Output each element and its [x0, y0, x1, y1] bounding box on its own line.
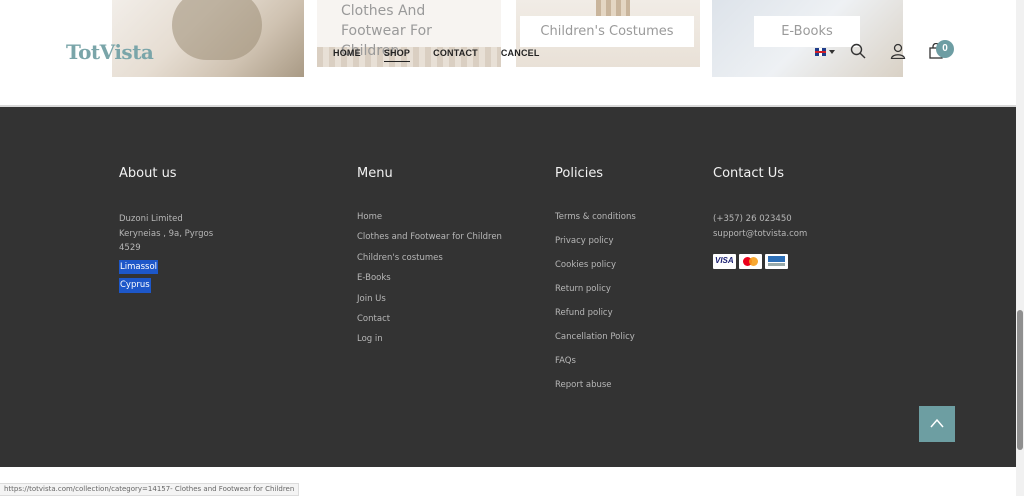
- footer-menu-link-ebooks[interactable]: E-Books: [357, 273, 502, 283]
- user-icon[interactable]: [890, 43, 906, 59]
- footer-policies-heading: Policies: [555, 166, 604, 181]
- nav-home[interactable]: HOME: [333, 48, 361, 62]
- policy-link-privacy[interactable]: Privacy policy: [555, 236, 636, 246]
- scrollbar-thumb[interactable]: [1017, 310, 1023, 450]
- footer-menu: Menu Home Clothes and Footwear for Child…: [357, 166, 502, 355]
- uk-flag-icon[interactable]: [815, 48, 826, 56]
- contact-email[interactable]: support@totvista.com: [713, 227, 807, 242]
- category-strip: Clothes And Footwear For Children Childr…: [0, 0, 1016, 108]
- policy-link-report-abuse[interactable]: Report abuse: [555, 380, 636, 390]
- address-line-selected: Cyprus: [119, 278, 151, 293]
- mastercard-icon: [739, 254, 762, 269]
- footer-about-heading: About us: [119, 166, 177, 181]
- policy-link-cookies[interactable]: Cookies policy: [555, 260, 636, 270]
- policy-link-terms[interactable]: Terms & conditions: [555, 212, 636, 222]
- footer-menu-heading: Menu: [357, 166, 393, 181]
- site-logo[interactable]: TotVista: [66, 40, 154, 65]
- address-line: Duzoni Limited: [119, 214, 183, 224]
- chevron-up-icon: [930, 418, 944, 428]
- search-icon[interactable]: [850, 43, 866, 59]
- contact-phone[interactable]: (+357) 26 023450: [713, 212, 807, 227]
- logo-text: TotVista: [66, 40, 154, 64]
- policy-link-cancellation[interactable]: Cancellation Policy: [555, 332, 636, 342]
- footer-menu-link-clothes[interactable]: Clothes and Footwear for Children: [357, 232, 502, 242]
- cart-count-badge[interactable]: 0: [936, 40, 954, 58]
- nav-contact[interactable]: CONTACT: [433, 48, 478, 62]
- footer-policies: Policies Terms & conditions Privacy poli…: [555, 166, 636, 404]
- payment-icons: VISA: [713, 254, 807, 269]
- page-scrollbar[interactable]: [1016, 0, 1024, 496]
- address-line-selected: Limassol: [119, 259, 159, 274]
- footer-contact: Contact Us (+357) 26 023450 support@totv…: [713, 166, 807, 269]
- footer-menu-link-join[interactable]: Join Us: [357, 294, 502, 304]
- status-bar-url: https://totvista.com/collection/category…: [0, 483, 300, 496]
- nav-cancel[interactable]: CANCEL: [501, 48, 540, 62]
- address-line: 4529: [119, 243, 141, 253]
- footer-contact-heading: Contact Us: [713, 166, 784, 181]
- footer-menu-link-costumes[interactable]: Children's costumes: [357, 253, 502, 263]
- footer-menu-link-home[interactable]: Home: [357, 212, 502, 222]
- chevron-down-icon[interactable]: [829, 50, 835, 54]
- footer-menu-link-contact[interactable]: Contact: [357, 314, 502, 324]
- footer-menu-link-login[interactable]: Log in: [357, 334, 502, 344]
- address-line: Keryneias , 9a, Pyrgos: [119, 228, 214, 239]
- bank-card-icon: [765, 254, 788, 269]
- header-icons: 0: [812, 40, 962, 64]
- policy-link-refund[interactable]: Refund policy: [555, 308, 636, 318]
- visa-icon: VISA: [713, 254, 736, 269]
- policy-link-return[interactable]: Return policy: [555, 284, 636, 294]
- category-label-costumes[interactable]: Children's Costumes: [520, 16, 694, 47]
- site-footer: About us Duzoni Limited Keryneias , 9a, …: [0, 107, 1016, 467]
- category-image-1[interactable]: [112, 0, 304, 77]
- scroll-to-top-button[interactable]: [919, 406, 955, 442]
- policy-link-faqs[interactable]: FAQs: [555, 356, 636, 366]
- footer-about: About us Duzoni Limited Keryneias , 9a, …: [119, 166, 213, 293]
- main-nav: HOME SHOP CONTACT CANCEL: [333, 48, 563, 62]
- nav-shop[interactable]: SHOP: [383, 48, 411, 62]
